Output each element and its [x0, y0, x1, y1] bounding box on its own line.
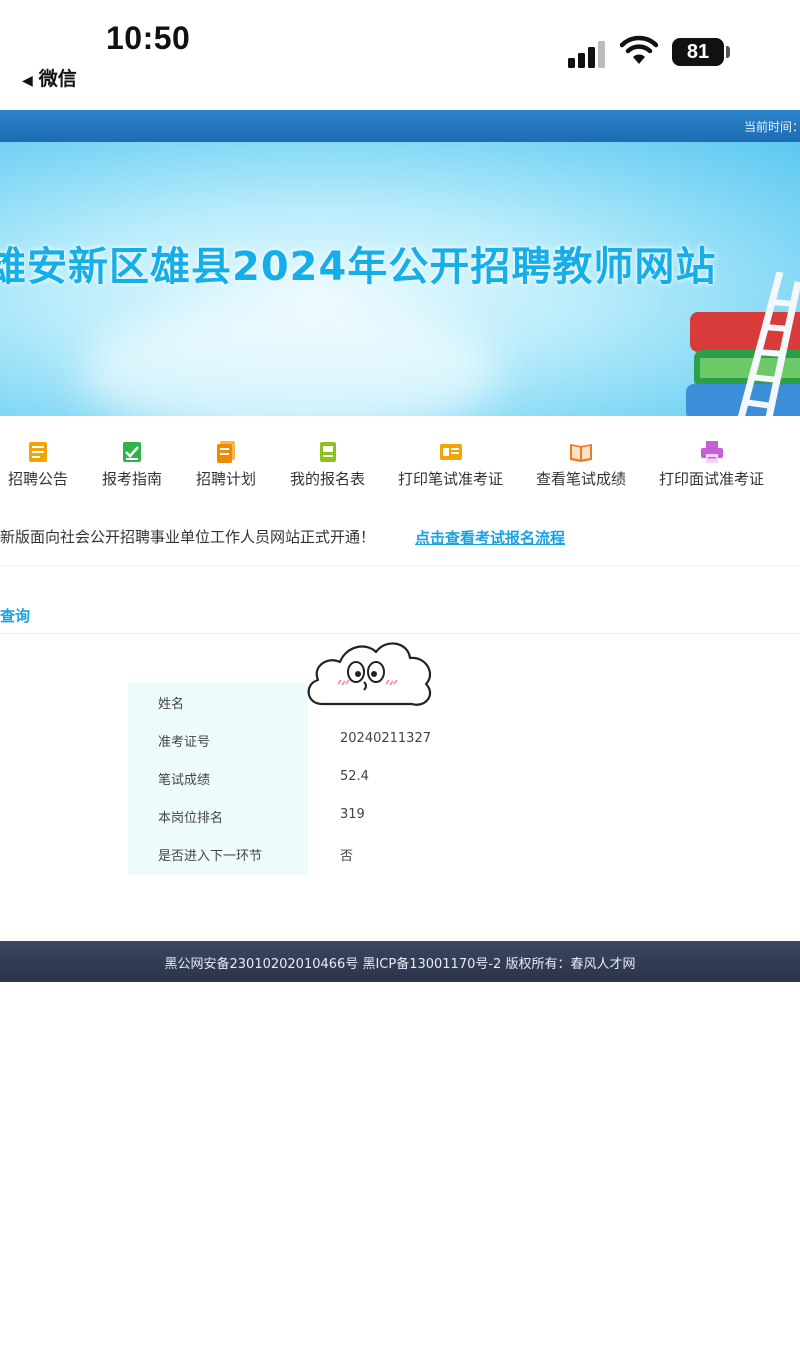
- battery-level: 81: [686, 41, 710, 63]
- footer-copyright: 黑公网安备23010202010466号 黑ICP备13001170号-2 版权…: [164, 957, 636, 972]
- nav-item-print-written-ticket[interactable]: 打印笔试准考证: [398, 440, 503, 489]
- row-value: 319: [340, 807, 365, 822]
- printer-icon: [700, 441, 723, 463]
- nav-item-guide[interactable]: 报考指南: [102, 440, 162, 489]
- id-card-icon: [439, 444, 462, 460]
- nav-item-print-interview-ticket[interactable]: 打印面试准考证: [659, 440, 764, 489]
- battery-cap: [726, 46, 730, 58]
- nav-item-my-form[interactable]: 我的报名表: [290, 440, 365, 489]
- guide-icon: [123, 442, 141, 462]
- section-title: 查询: [0, 607, 31, 625]
- status-bar: 10:50 ◀ 微信 81: [0, 0, 800, 108]
- back-to-wechat-button[interactable]: ◀ 微信: [22, 64, 77, 91]
- banner-title: 雄安新区雄县2024年公开招聘教师网站: [0, 244, 717, 290]
- table-row: 是否进入下一环节 否: [128, 835, 528, 873]
- nav-item-announcement[interactable]: 招聘公告: [8, 440, 68, 489]
- cloud-face-sticker: [307, 642, 432, 706]
- site-top-bar: 当前时间：: [0, 110, 800, 142]
- row-value: 52.4: [340, 769, 369, 784]
- nav-label: 招聘计划: [196, 470, 257, 488]
- divider: [0, 633, 800, 634]
- row-label: 姓名: [158, 697, 185, 712]
- nav-label: 报考指南: [102, 470, 163, 488]
- current-time-label: 当前时间：: [743, 120, 800, 134]
- plan-icon: [217, 441, 235, 463]
- nav-item-plan[interactable]: 招聘计划: [196, 440, 256, 489]
- site-banner: 雄安新区雄县2024年公开招聘教师网站: [0, 142, 800, 416]
- site-footer: 黑公网安备23010202010466号 黑ICP备13001170号-2 版权…: [0, 941, 800, 982]
- books-ladder-illustration: [686, 272, 800, 416]
- status-time: 10:50: [106, 20, 191, 56]
- announcement-icon: [29, 442, 47, 462]
- banner-cloud: [80, 302, 500, 416]
- back-arrow-icon: ◀: [22, 73, 33, 89]
- table-row: 笔试成绩 52.4: [128, 759, 528, 797]
- nav-label: 查看笔试成绩: [536, 470, 627, 488]
- table-row: 准考证号 20240211327: [128, 721, 528, 759]
- registration-process-link[interactable]: 点击查看考试报名流程: [415, 527, 565, 548]
- notice-text: 新版面向社会公开招聘事业单位工作人员网站正式开通！: [0, 528, 376, 546]
- wifi-icon: [620, 35, 658, 64]
- main-nav: 招聘公告 报考指南 招聘计划 我的报名表 打印笔试准考证 查看笔试成绩 打印面试…: [0, 430, 800, 500]
- battery-icon: 81: [672, 38, 724, 66]
- cellular-signal-icon: [568, 40, 608, 68]
- row-value: 20240211327: [340, 731, 431, 746]
- row-label: 准考证号: [158, 735, 211, 750]
- row-label: 笔试成绩: [158, 773, 211, 788]
- divider: [0, 565, 800, 566]
- nav-label: 打印笔试准考证: [398, 470, 504, 488]
- nav-label: 我的报名表: [290, 470, 366, 488]
- row-label: 是否进入下一环节: [158, 849, 263, 864]
- row-label: 本岗位排名: [158, 811, 224, 826]
- book-icon: [570, 444, 592, 462]
- back-label: 微信: [38, 68, 77, 90]
- nav-label: 招聘公告: [8, 470, 69, 488]
- table-row: 本岗位排名 319: [128, 797, 528, 835]
- nav-label: 打印面试准考证: [659, 470, 765, 488]
- nav-item-written-score[interactable]: 查看笔试成绩: [536, 440, 626, 489]
- row-value: 否: [340, 849, 354, 864]
- form-icon: [319, 442, 336, 462]
